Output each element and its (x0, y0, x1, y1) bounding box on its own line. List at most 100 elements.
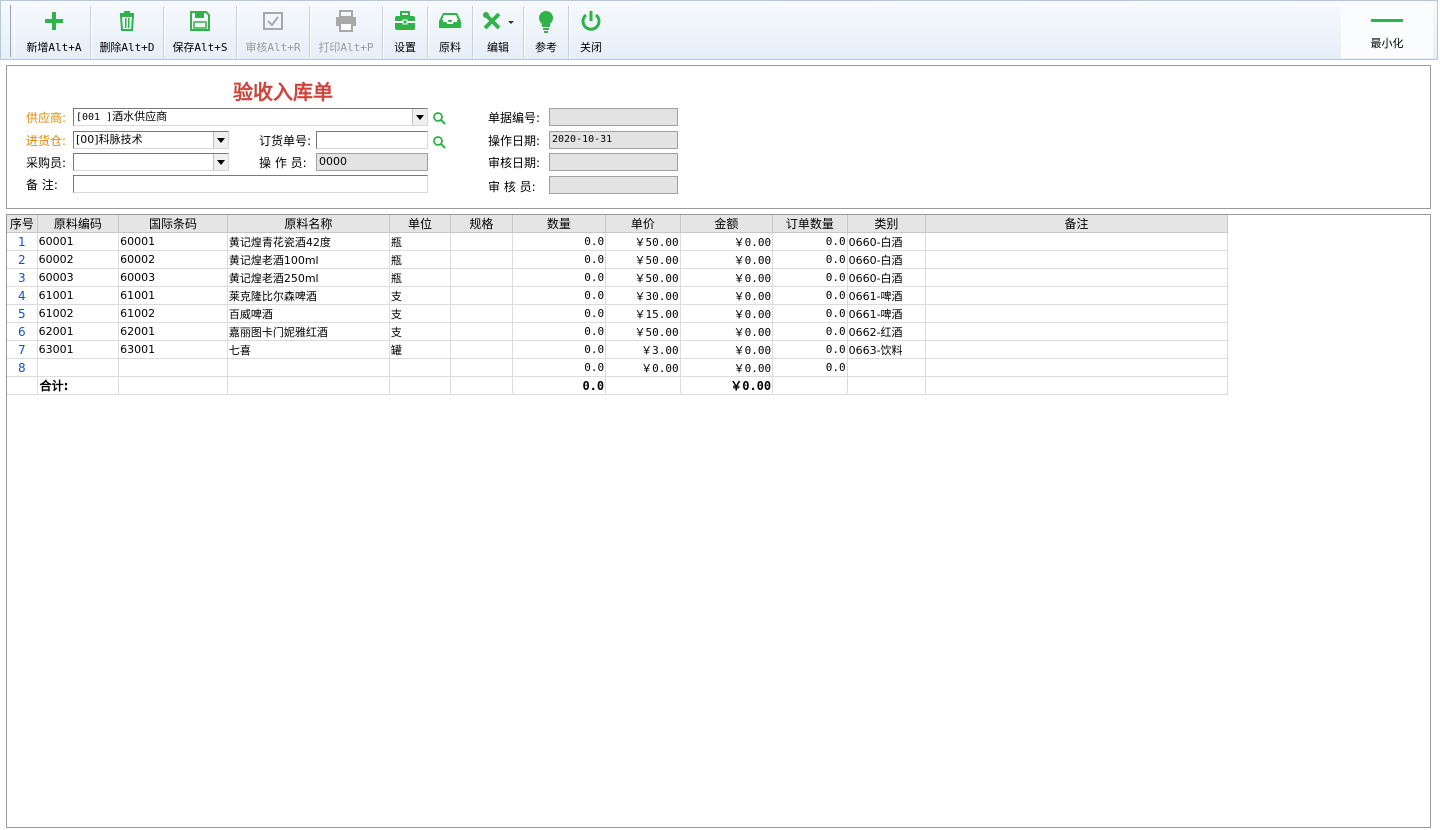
cell-remark[interactable] (925, 232, 1228, 251)
cell-unit[interactable]: 支 (389, 304, 452, 323)
cell-seq[interactable]: 3 (7, 268, 38, 287)
minimize-button[interactable]: 最小化 (1341, 4, 1433, 58)
chevron-down-icon[interactable] (213, 154, 228, 170)
cell-remark[interactable] (925, 286, 1228, 305)
cell-code[interactable]: 60002 (37, 250, 120, 269)
cell-spec[interactable] (450, 232, 513, 251)
cell-order-qty[interactable]: 0.0 (772, 250, 848, 269)
edit-button[interactable]: 编辑 (473, 4, 523, 58)
cell-barcode[interactable]: 60002 (118, 250, 228, 269)
cell-price[interactable]: ￥30.00 (605, 286, 681, 305)
table-row[interactable]: 8 0.0 ￥0.00 ￥0.00 0.0 (7, 358, 1228, 377)
order-no-input[interactable] (316, 131, 428, 149)
reference-button[interactable]: 参考 (524, 4, 568, 58)
cell-unit[interactable] (389, 358, 452, 377)
column-header-name[interactable]: 原料名称 (227, 215, 390, 233)
cell-name[interactable] (227, 358, 390, 377)
close-button[interactable]: 关闭 (569, 4, 613, 58)
cell-spec[interactable] (450, 250, 513, 269)
chevron-down-icon[interactable] (412, 109, 427, 125)
cell-qty[interactable]: 0.0 (512, 232, 607, 251)
approve-button[interactable]: 审核Alt+R (237, 4, 309, 58)
cell-qty[interactable]: 0.0 (512, 340, 607, 359)
column-header-price[interactable]: 单价 (605, 215, 681, 233)
column-header-barcode[interactable]: 国际条码 (118, 215, 228, 233)
cell-price[interactable]: ￥50.00 (605, 268, 681, 287)
cell-qty[interactable]: 0.0 (512, 250, 607, 269)
cell-qty[interactable]: 0.0 (512, 322, 607, 341)
cell-name[interactable]: 百威啤酒 (227, 304, 390, 323)
cell-category[interactable]: 0663-饮料 (847, 340, 927, 359)
cell-barcode[interactable]: 63001 (118, 340, 228, 359)
cell-price[interactable]: ￥3.00 (605, 340, 681, 359)
cell-seq[interactable]: 8 (7, 358, 38, 377)
cell-qty[interactable]: 0.0 (512, 268, 607, 287)
cell-amount[interactable]: ￥0.00 (680, 232, 774, 251)
cell-name[interactable]: 黄记煌老酒250ml (227, 268, 390, 287)
cell-name[interactable]: 黄记煌青花瓷酒42度 (227, 232, 390, 251)
table-row[interactable]: 2 60002 60002 黄记煌老酒100ml 瓶 0.0 ￥50.00 ￥0.00 0.0 0… (7, 250, 1228, 269)
cell-seq[interactable]: 2 (7, 250, 38, 269)
cell-unit[interactable]: 瓶 (389, 268, 452, 287)
table-row[interactable]: 6 62001 62001 嘉丽图卡门妮雅红酒支 0.0 ￥50.00 ￥0.00 0.0 06… (7, 322, 1228, 341)
cell-code[interactable]: 61001 (37, 286, 120, 305)
column-header-remark[interactable]: 备注 (925, 215, 1228, 233)
cell-unit[interactable]: 罐 (389, 340, 452, 359)
delete-button[interactable]: 删除Alt+D (91, 4, 163, 58)
cell-qty[interactable]: 0.0 (512, 304, 607, 323)
cell-category[interactable]: 0661-啤酒 (847, 286, 927, 305)
cell-category[interactable]: 0660-白酒 (847, 268, 927, 287)
ingredient-button[interactable]: 原料 (428, 4, 472, 58)
cell-seq[interactable]: 5 (7, 304, 38, 323)
column-header-seq[interactable]: 序号 (7, 215, 38, 233)
cell-seq[interactable]: 1 (7, 232, 38, 251)
add-button[interactable]: 新增Alt+A (18, 4, 90, 58)
cell-name[interactable]: 嘉丽图卡门妮雅红酒 (227, 322, 390, 341)
cell-amount[interactable]: ￥0.00 (680, 358, 774, 377)
cell-price[interactable]: ￥15.00 (605, 304, 681, 323)
cell-remark[interactable] (925, 268, 1228, 287)
cell-spec[interactable] (450, 340, 513, 359)
cell-code[interactable]: 63001 (37, 340, 120, 359)
cell-price[interactable]: ￥0.00 (605, 358, 681, 377)
cell-barcode[interactable]: 62001 (118, 322, 228, 341)
cell-barcode[interactable]: 61002 (118, 304, 228, 323)
supplier-select[interactable]: [001 ]酒水供应商 (73, 108, 428, 126)
column-header-amount[interactable]: 金额 (680, 215, 774, 233)
settings-button[interactable]: 设置 (383, 4, 427, 58)
cell-unit[interactable]: 支 (389, 286, 452, 305)
cell-seq[interactable]: 4 (7, 286, 38, 305)
cell-order-qty[interactable]: 0.0 (772, 358, 848, 377)
cell-unit[interactable]: 支 (389, 322, 452, 341)
cell-order-qty[interactable]: 0.0 (772, 322, 848, 341)
buyer-select[interactable] (73, 153, 229, 171)
cell-unit[interactable]: 瓶 (389, 250, 452, 269)
column-header-code[interactable]: 原料编码 (37, 215, 120, 233)
column-header-unit[interactable]: 单位 (389, 215, 452, 233)
cell-amount[interactable]: ￥0.00 (680, 322, 774, 341)
column-header-order-qty[interactable]: 订单数量 (772, 215, 848, 233)
cell-code[interactable]: 61002 (37, 304, 120, 323)
cell-amount[interactable]: ￥0.00 (680, 304, 774, 323)
toolbar-grip[interactable] (10, 5, 15, 57)
cell-spec[interactable] (450, 268, 513, 287)
column-header-spec[interactable]: 规格 (450, 215, 513, 233)
column-header-qty[interactable]: 数量 (512, 215, 607, 233)
cell-price[interactable]: ￥50.00 (605, 322, 681, 341)
cell-name[interactable]: 七喜 (227, 340, 390, 359)
cell-seq[interactable]: 6 (7, 322, 38, 341)
cell-name[interactable]: 莱克隆比尔森啤酒 (227, 286, 390, 305)
cell-barcode[interactable]: 60001 (118, 232, 228, 251)
warehouse-select[interactable]: [00]科脉技术 (73, 131, 229, 149)
cell-price[interactable]: ￥50.00 (605, 232, 681, 251)
table-row[interactable]: 1 60001 60001 黄记煌青花瓷酒42度瓶 0.0 ￥50.00 ￥0.00 0.0 0… (7, 232, 1228, 251)
cell-spec[interactable] (450, 358, 513, 377)
table-row[interactable]: 5 61002 61002 百威啤酒支 0.0 ￥15.00 ￥0.00 0.0 0661-啤酒 (7, 304, 1228, 323)
cell-category[interactable]: 0660-白酒 (847, 232, 927, 251)
cell-order-qty[interactable]: 0.0 (772, 304, 848, 323)
cell-order-qty[interactable]: 0.0 (772, 286, 848, 305)
print-button[interactable]: 打印Alt+P (310, 4, 382, 58)
table-row[interactable]: 4 61001 61001 莱克隆比尔森啤酒支 0.0 ￥30.00 ￥0.00 0.0 066… (7, 286, 1228, 305)
supplier-search-icon[interactable] (432, 111, 446, 125)
cell-order-qty[interactable]: 0.0 (772, 340, 848, 359)
